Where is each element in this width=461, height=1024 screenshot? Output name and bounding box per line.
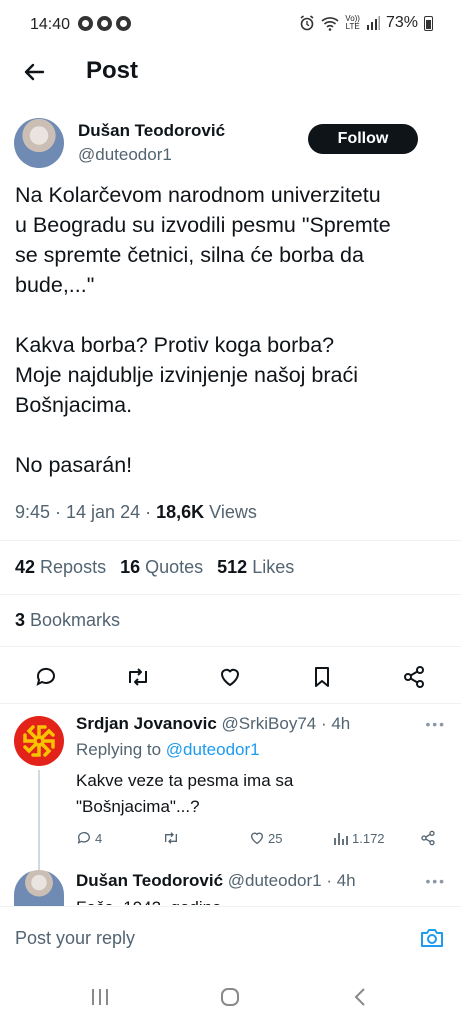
follow-button[interactable]: Follow: [308, 124, 418, 154]
thread-line: [38, 770, 40, 870]
post-meta: 9:45 · 14 jan 24 · 18,6K Views: [15, 502, 257, 523]
quotes-label: Quotes: [140, 557, 204, 577]
wifi-icon: [321, 16, 339, 31]
reply-header[interactable]: Srdjan Jovanovic @SrkiBoy74 · 4h: [76, 714, 350, 734]
divider: [0, 594, 461, 595]
reply-actions: 4 25 1.172: [0, 830, 461, 850]
repost-icon: [129, 668, 147, 686]
chrome-icon: [116, 16, 131, 31]
reply-reply-count: 4: [95, 830, 103, 846]
kolovrat-icon: [23, 725, 55, 757]
more-options-icon[interactable]: • • •: [426, 716, 445, 732]
camera-button[interactable]: [419, 925, 445, 951]
network-type: Vo)) LTE: [345, 15, 360, 31]
battery-icon: [424, 15, 433, 31]
replying-prefix: Replying to: [76, 740, 166, 759]
heart-icon: [221, 668, 239, 686]
post-stats: 42 Reposts 16 Quotes 512 Likes: [15, 557, 294, 578]
repost-button[interactable]: [123, 662, 153, 692]
likes-label: Likes: [247, 557, 295, 577]
reply-reply-button[interactable]: 4: [76, 830, 102, 846]
home-icon: [221, 988, 239, 1006]
system-nav-bar: [0, 970, 461, 1024]
post-time: 9:45 · 14 jan 24 ·: [15, 502, 157, 522]
reply-text: Kakve veze ta pesma ima sa "Bošnjacima".…: [76, 771, 294, 816]
reply-text-clip: Foča, 1942. godina: [76, 893, 376, 905]
back-button[interactable]: [20, 58, 48, 86]
reply-text: Foča, 1942. godina: [76, 895, 376, 905]
reply-author-handle: @duteodor1 · 4h: [223, 871, 356, 890]
page-title: Post: [86, 57, 139, 84]
reply-like-count: 25: [268, 830, 283, 846]
quotes-count: 16: [120, 557, 141, 577]
author-handle[interactable]: @duteodor1: [78, 145, 172, 165]
quotes-stat[interactable]: 16 Quotes: [120, 557, 203, 578]
chrome-icon: [78, 16, 93, 31]
divider: [0, 540, 461, 541]
reply-views-button[interactable]: 1.172: [333, 830, 385, 846]
recents-icon: [92, 989, 108, 1005]
analytics-icon: [334, 833, 348, 845]
status-time: 14:40: [30, 16, 71, 33]
reposts-stat[interactable]: 42 Reposts: [15, 557, 106, 578]
post-text: Na Kolarčevom narodnom univerzitetu u Be…: [15, 183, 391, 477]
status-right: Vo)) LTE 73%: [299, 14, 433, 32]
reply-composer: Post your reply: [0, 906, 461, 970]
views-label: Views: [204, 502, 257, 522]
heart-icon: [250, 832, 264, 845]
reply-avatar[interactable]: [14, 716, 64, 766]
system-back-button[interactable]: [340, 982, 380, 1012]
reply-author-name: Dušan Teodorović: [76, 871, 224, 890]
chrome-icon: [97, 16, 112, 31]
bookmarks-label: Bookmarks: [25, 610, 121, 630]
bookmarks-count: 3: [15, 610, 26, 630]
reply-views-count: 1.172: [352, 830, 385, 846]
signal-icon: [366, 16, 380, 30]
divider: [0, 646, 461, 647]
reply-icon: [77, 832, 90, 844]
replying-handle-link[interactable]: @duteodor1: [166, 740, 260, 759]
bookmark-button[interactable]: [307, 662, 337, 692]
post-actions: [0, 662, 461, 692]
reply-like-button[interactable]: 25: [249, 830, 282, 846]
arrow-left-icon: [24, 63, 45, 81]
reply-author-handle: @SrkiBoy74 · 4h: [216, 714, 351, 733]
like-button[interactable]: [215, 662, 245, 692]
bookmark-icon: [315, 667, 329, 687]
bookmarks-stat[interactable]: 3 Bookmarks: [15, 610, 120, 631]
battery-percent: 73%: [385, 14, 418, 31]
reply-button[interactable]: [31, 662, 61, 692]
reply-author-name: Srdjan Jovanovic: [76, 714, 217, 733]
author-name[interactable]: Dušan Teodorović: [78, 121, 225, 141]
home-button[interactable]: [210, 982, 250, 1012]
reply-input[interactable]: Post your reply: [15, 928, 135, 949]
recents-button[interactable]: [80, 982, 120, 1012]
reply-avatar[interactable]: [14, 870, 64, 906]
likes-stat[interactable]: 512 Likes: [217, 557, 294, 578]
share-icon: [404, 666, 424, 688]
replying-to: Replying to @duteodor1: [76, 740, 260, 760]
author-avatar[interactable]: [14, 118, 64, 168]
reply-icon: [36, 667, 55, 686]
reposts-count: 42: [15, 557, 36, 577]
more-options-icon[interactable]: • • •: [426, 873, 445, 889]
divider: [0, 703, 461, 704]
chevron-left-icon: [354, 988, 365, 1006]
share-icon: [421, 830, 435, 846]
alarm-icon: [300, 15, 314, 31]
share-button[interactable]: [399, 662, 429, 692]
camera-icon: [421, 929, 443, 947]
reposts-label: Reposts: [35, 557, 107, 577]
repost-icon: [165, 832, 177, 844]
reply-header[interactable]: Dušan Teodorović @duteodor1 · 4h: [76, 871, 356, 891]
likes-count: 512: [217, 557, 248, 577]
network-lte: LTE: [345, 22, 360, 31]
views-count: 18,6K: [156, 502, 205, 522]
reply-share-button[interactable]: [420, 830, 436, 846]
status-app-icons: [78, 16, 131, 31]
reply-repost-button[interactable]: [162, 830, 180, 846]
status-bar: 14:40 Vo)) LTE 73%: [0, 0, 461, 50]
